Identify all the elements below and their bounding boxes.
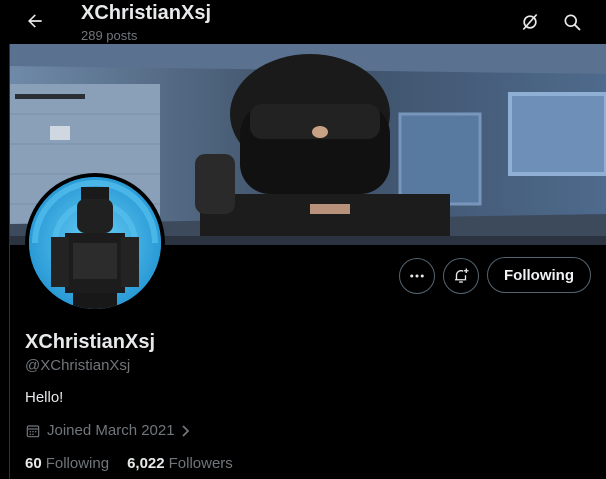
header-title: XChristianXsj — [81, 2, 212, 24]
bell-plus-icon — [455, 268, 469, 283]
arrow-left-icon — [28, 14, 42, 28]
followers-stat[interactable]: 6,022 Followers — [127, 455, 233, 472]
followers-count: 6,022 — [127, 455, 165, 472]
back-button[interactable] — [18, 4, 52, 38]
top-bar: XChristianXsj 289 posts — [0, 0, 606, 44]
following-button[interactable]: Following — [487, 257, 591, 293]
display-name: XChristianXsj — [25, 331, 156, 353]
user-handle: @XChristianXsj — [25, 357, 131, 374]
joined-date[interactable]: Joined March 2021 — [25, 422, 192, 439]
post-count: 289 posts — [81, 28, 138, 43]
header-title-block: XChristianXsj 289 posts — [81, 1, 211, 44]
search-icon — [564, 14, 581, 31]
avatar[interactable] — [25, 173, 165, 313]
avatar-image — [29, 177, 161, 309]
followers-label: Followers — [168, 455, 233, 472]
following-label: Following — [45, 455, 110, 472]
grok-button[interactable] — [513, 5, 547, 39]
chevron-right-icon — [180, 424, 192, 438]
following-stat[interactable]: 60 Following — [25, 455, 109, 472]
more-icon — [410, 274, 424, 278]
search-button[interactable] — [555, 5, 589, 39]
follow-stats: 60 Following 6,022 Followers — [25, 455, 233, 472]
calendar-icon — [25, 423, 41, 439]
grok-icon — [522, 13, 538, 31]
more-button[interactable] — [399, 258, 435, 294]
notifications-button[interactable] — [443, 258, 479, 294]
profile-bio: Hello! — [25, 389, 64, 406]
joined-label: Joined March 2021 — [47, 422, 175, 439]
following-count: 60 — [25, 455, 42, 472]
